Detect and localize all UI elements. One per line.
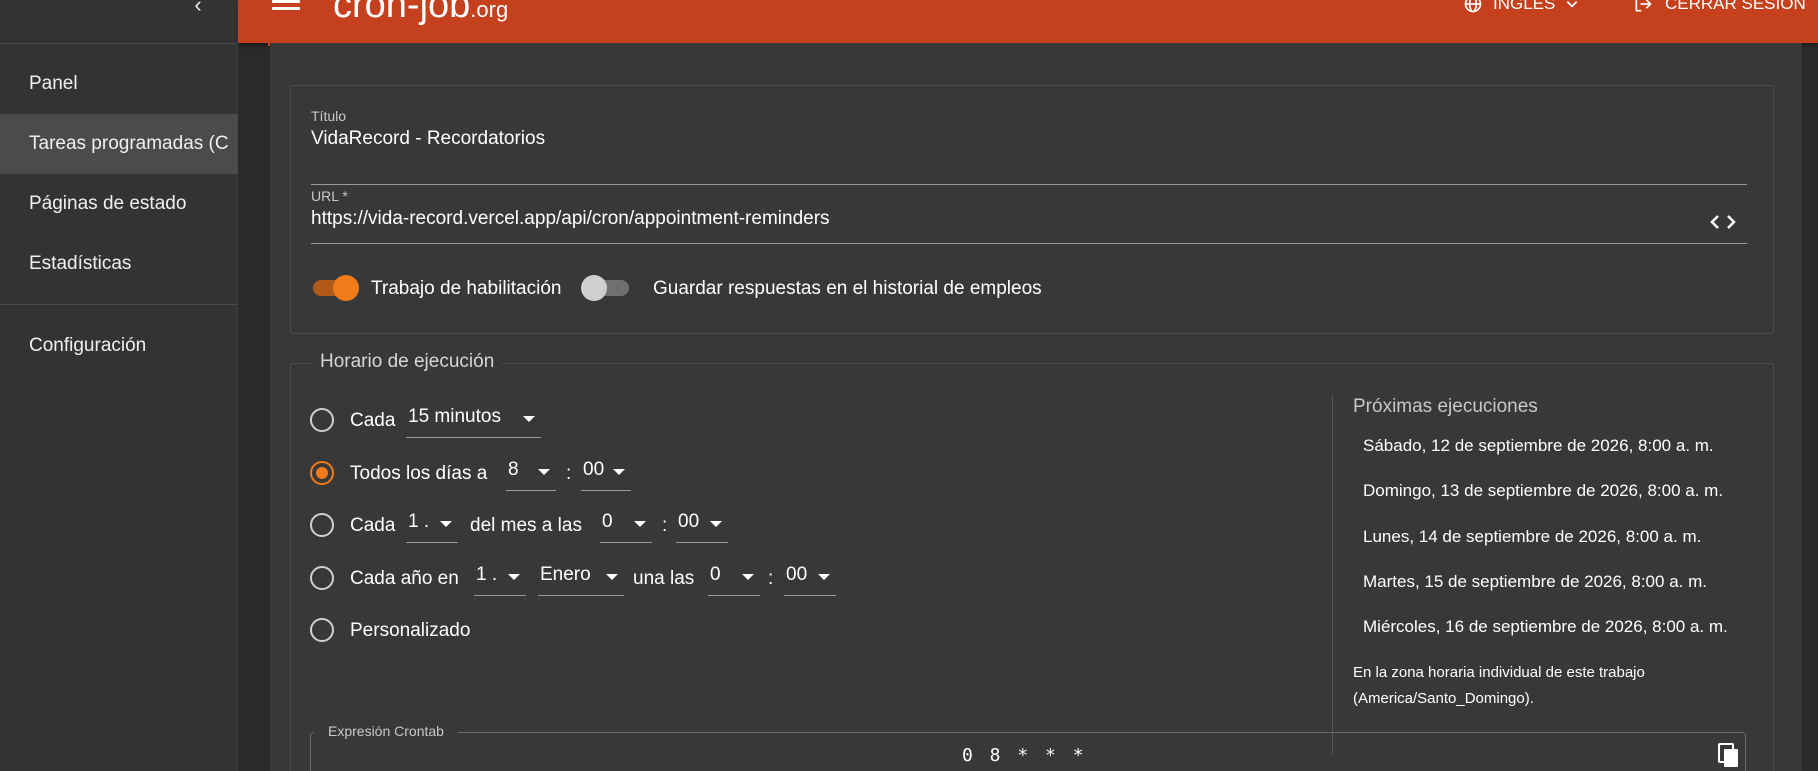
monthly-label: Cada bbox=[350, 515, 396, 536]
daily-minute-select[interactable]: 00 bbox=[581, 457, 631, 491]
radio-monthly[interactable] bbox=[310, 513, 334, 537]
radio-daily[interactable] bbox=[310, 461, 334, 485]
sidebar-item-statistics[interactable]: Estadísticas bbox=[0, 234, 238, 294]
radio-every[interactable] bbox=[310, 408, 334, 432]
next-run-item: Sábado, 12 de septiembre de 2026, 8:00 a… bbox=[1363, 436, 1714, 455]
language-label: INGLÉS bbox=[1493, 0, 1556, 13]
colon: : bbox=[768, 568, 774, 589]
radio-yearly[interactable] bbox=[310, 566, 334, 590]
custom-label: Personalizado bbox=[350, 620, 471, 641]
chevron-left-icon[interactable]: ‹ bbox=[188, 0, 208, 18]
yearly-hour-select[interactable]: 0 bbox=[708, 562, 760, 596]
sidebar-item-panel[interactable]: Panel bbox=[0, 54, 238, 114]
sidebar-item-settings[interactable]: Configuración bbox=[0, 316, 238, 376]
caret-down-icon bbox=[538, 469, 550, 475]
caret-down-icon bbox=[710, 521, 722, 527]
sidebar: ‹ Panel Tareas programadas (C Páginas de… bbox=[0, 0, 238, 771]
yearly-day-select[interactable]: 1 . bbox=[474, 562, 526, 596]
yearly-minute-select[interactable]: 00 bbox=[784, 562, 836, 596]
chevron-down-icon bbox=[1567, 1, 1578, 8]
colon: : bbox=[566, 463, 572, 484]
caret-down-icon bbox=[613, 469, 625, 475]
url-input[interactable]: https://vida-record.vercel.app/api/cron/… bbox=[311, 208, 830, 230]
daily-hour-select[interactable]: 8 bbox=[506, 457, 556, 491]
next-run-item: Martes, 15 de septiembre de 2026, 8:00 a… bbox=[1363, 572, 1707, 591]
crontab-legend: Expresión Crontab bbox=[314, 723, 458, 739]
next-runs-title: Próximas ejecuciones bbox=[1353, 396, 1538, 417]
logout-icon bbox=[1635, 0, 1652, 12]
title-label: Título bbox=[311, 108, 347, 124]
save-history-toggle[interactable] bbox=[581, 275, 631, 301]
logout-label: CERRAR SESIÓN bbox=[1665, 0, 1806, 13]
monthly-minute-select[interactable]: 00 bbox=[676, 509, 728, 543]
sidebar-item-scheduled-tasks[interactable]: Tareas programadas (C bbox=[0, 114, 238, 174]
yearly-label: Cada año en bbox=[350, 568, 459, 589]
schedule-legend: Horario de ejecución bbox=[312, 351, 503, 373]
crontab-expression: 0 8 * * * bbox=[962, 745, 1087, 766]
sidebar-divider bbox=[0, 304, 238, 305]
every-interval-select[interactable]: 15 minutos bbox=[406, 404, 541, 438]
code-icon[interactable] bbox=[1709, 212, 1737, 237]
monthly-mid-label: del mes a las bbox=[470, 515, 582, 536]
schedule-divider bbox=[1332, 395, 1333, 755]
caret-down-icon bbox=[523, 416, 535, 422]
caret-down-icon bbox=[818, 574, 830, 580]
next-run-item: Lunes, 14 de septiembre de 2026, 8:00 a.… bbox=[1363, 527, 1702, 546]
yearly-month-select[interactable]: Enero bbox=[538, 562, 624, 596]
logout-button[interactable]: CERRAR SESIÓN bbox=[1633, 0, 1806, 14]
timezone-note: En la zona horaria individual de este tr… bbox=[1353, 664, 1645, 707]
next-run-item: Domingo, 13 de septiembre de 2026, 8:00 … bbox=[1363, 481, 1724, 500]
daily-label: Todos los días a bbox=[350, 463, 488, 484]
title-input[interactable]: VidaRecord - Recordatorios bbox=[311, 128, 545, 150]
main-content: Título VidaRecord - Recordatorios URL * … bbox=[270, 43, 1802, 771]
language-selector[interactable]: INGLÉS bbox=[1463, 0, 1579, 14]
caret-down-icon bbox=[742, 574, 754, 580]
caret-down-icon bbox=[440, 521, 452, 527]
next-run-item: Miércoles, 16 de septiembre de 2026, 8:0… bbox=[1363, 617, 1728, 636]
monthly-day-select[interactable]: 1 . bbox=[406, 509, 458, 543]
caret-down-icon bbox=[606, 574, 618, 580]
copy-icon[interactable] bbox=[1718, 743, 1740, 771]
url-label: URL * bbox=[311, 188, 348, 204]
enable-job-label: Trabajo de habilitación bbox=[371, 278, 562, 299]
yearly-mid-label: una las bbox=[633, 568, 695, 589]
caret-down-icon bbox=[634, 521, 646, 527]
url-underline bbox=[311, 243, 1747, 244]
caret-down-icon bbox=[508, 574, 520, 580]
colon: : bbox=[662, 515, 668, 536]
radio-custom[interactable] bbox=[310, 618, 334, 642]
job-details-card: Título VidaRecord - Recordatorios URL * … bbox=[290, 85, 1774, 334]
every-label: Cada bbox=[350, 410, 396, 431]
menu-icon[interactable] bbox=[272, 0, 300, 14]
globe-icon bbox=[1464, 0, 1482, 13]
enable-job-toggle[interactable] bbox=[311, 275, 361, 301]
title-underline bbox=[311, 184, 1747, 185]
sidebar-item-status-pages[interactable]: Páginas de estado bbox=[0, 174, 238, 234]
scroll-gutter bbox=[238, 0, 270, 771]
logo[interactable]: cron-job.org bbox=[333, 0, 508, 27]
save-history-label: Guardar respuestas en el historial de em… bbox=[653, 278, 1042, 299]
monthly-hour-select[interactable]: 0 bbox=[600, 509, 652, 543]
sidebar-divider bbox=[0, 43, 238, 44]
